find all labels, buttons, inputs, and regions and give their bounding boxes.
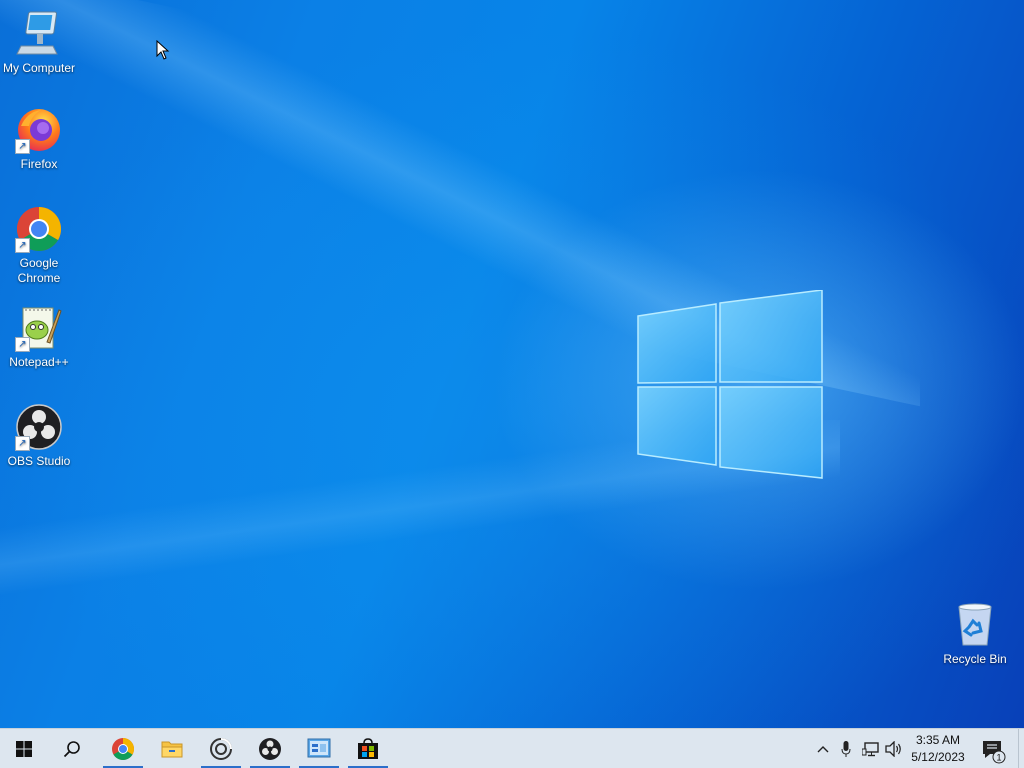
desktop-icon-label: My Computer [2,61,76,75]
start-button[interactable] [4,729,44,768]
taskbar-app-control-panel[interactable] [299,729,339,768]
taskbar-app-chrome[interactable] [103,729,143,768]
action-center-button[interactable]: 1 [978,735,1008,765]
desktop-icon-label: OBS Studio [7,454,71,468]
store-icon [358,738,378,759]
taskbar-app-microsoft-store[interactable] [348,729,388,768]
mouse-cursor-icon [156,40,170,60]
desktop-icon-label: Notepad++ [9,355,69,369]
windows-logo-wallpaper [637,290,823,479]
notification-icon: 1 [983,741,1006,764]
windows-start-icon [16,741,32,757]
folder-icon [161,741,183,758]
show-desktop-button[interactable] [1018,729,1024,768]
media-player-icon [210,738,232,760]
clock-time: 3:35 AM [915,733,961,747]
volume-icon[interactable] [884,739,904,759]
desktop-icon-label: Google Chrome [17,256,61,285]
system-clock[interactable]: 3:35 AM 5/12/2023 [906,732,970,766]
taskbar-app-obs-studio[interactable] [250,729,290,768]
search-button[interactable] [52,729,92,768]
chevron-up-icon[interactable] [813,739,833,759]
control-panel-icon [307,738,331,758]
recycle-bin-icon [951,601,999,649]
desktop-icon-firefox[interactable]: ↗ Firefox [0,106,79,172]
taskbar-app-file-explorer[interactable] [152,729,192,768]
shortcut-arrow-icon: ↗ [15,436,30,451]
notification-count: 1 [996,753,1001,763]
chrome-icon [112,738,134,760]
obs-icon: ↗ [15,403,63,451]
clock-date: 5/12/2023 [911,750,965,764]
desktop[interactable]: My Computer ↗ Firefox ↗ Google Chrome ↗ … [0,0,1024,728]
network-icon[interactable] [861,739,881,759]
shortcut-arrow-icon: ↗ [15,139,30,154]
desktop-icon-my-computer[interactable]: My Computer [0,10,79,76]
desktop-icon-recycle-bin[interactable]: Recycle Bin [935,601,1015,667]
computer-icon [15,10,63,58]
obs-icon [259,738,281,760]
taskbar: 3:35 AM 5/12/2023 1 [0,728,1024,768]
desktop-icon-label: Recycle Bin [943,652,1007,666]
desktop-icon-label: Firefox [20,157,58,171]
desktop-icon-obs-studio[interactable]: ↗ OBS Studio [0,403,79,469]
notepadpp-icon: ↗ [15,304,63,352]
desktop-icon-google-chrome[interactable]: ↗ Google Chrome [0,205,79,286]
shortcut-arrow-icon: ↗ [15,337,30,352]
desktop-icon-notepadpp[interactable]: ↗ Notepad++ [0,304,79,370]
microphone-icon[interactable] [836,739,856,759]
chrome-icon: ↗ [15,205,63,253]
search-icon [63,741,80,758]
taskbar-app-media-player[interactable] [201,729,241,768]
shortcut-arrow-icon: ↗ [15,238,30,253]
firefox-icon: ↗ [15,106,63,154]
